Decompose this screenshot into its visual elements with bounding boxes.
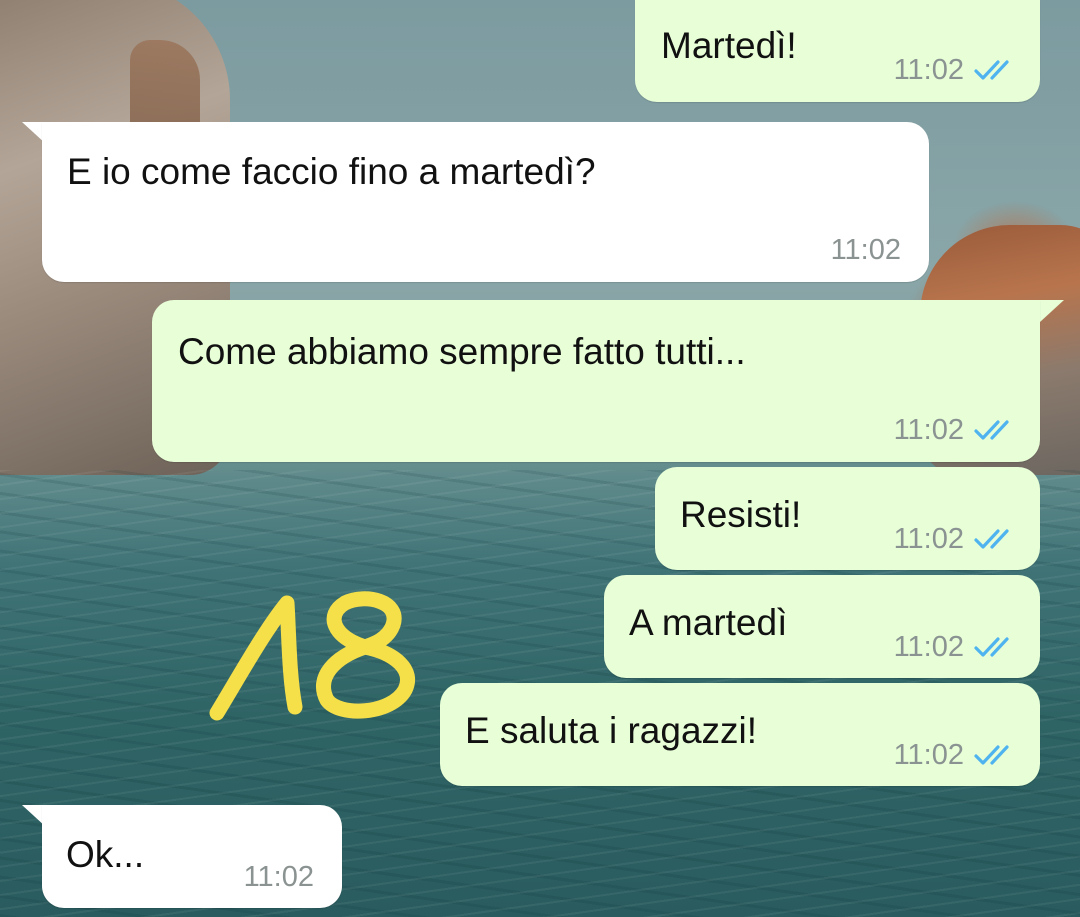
- message-bubble-outgoing[interactable]: E saluta i ragazzi! 11:02: [440, 683, 1040, 786]
- message-meta: 11:02: [831, 228, 901, 272]
- double-check-icon: [974, 743, 1018, 767]
- message-time: 11:02: [830, 234, 901, 266]
- message-meta: 11:02: [894, 517, 1018, 561]
- chat-screen: Martedì! 11:02 E io come faccio fino a m…: [0, 0, 1080, 917]
- double-check-icon: [974, 635, 1018, 659]
- double-check-icon: [974, 527, 1018, 551]
- message-bubble-outgoing[interactable]: Martedì! 11:02: [635, 0, 1040, 102]
- message-time: 11:02: [893, 739, 964, 771]
- message-bubble-incoming[interactable]: E io come faccio fino a martedì? 11:02: [42, 122, 929, 282]
- handwritten-number-overlay: 18: [205, 585, 425, 730]
- message-meta: 11:02: [894, 733, 1018, 777]
- message-meta: 11:02: [894, 408, 1018, 452]
- message-text: Martedì!: [661, 25, 797, 66]
- message-time: 11:02: [243, 861, 314, 893]
- message-time: 11:02: [893, 631, 964, 663]
- message-text: Come abbiamo sempre fatto tutti...: [178, 331, 746, 372]
- message-text: E io come faccio fino a martedì?: [67, 151, 596, 192]
- message-bubble-outgoing[interactable]: A martedì 11:02: [604, 575, 1040, 678]
- double-check-icon: [974, 58, 1018, 82]
- message-time: 11:02: [893, 54, 964, 86]
- message-meta: 11:02: [894, 48, 1018, 92]
- message-bubble-outgoing[interactable]: Come abbiamo sempre fatto tutti... 11:02: [152, 300, 1040, 462]
- message-meta: 11:02: [244, 855, 314, 899]
- message-text: Resisti!: [680, 494, 802, 535]
- overlay-number-text: 18: [205, 585, 207, 586]
- message-time: 11:02: [893, 414, 964, 446]
- message-bubble-incoming[interactable]: Ok... 11:02: [42, 805, 342, 908]
- message-text: Ok...: [66, 834, 145, 875]
- double-check-icon: [974, 418, 1018, 442]
- message-text: E saluta i ragazzi!: [465, 710, 758, 751]
- message-meta: 11:02: [894, 625, 1018, 669]
- message-text: A martedì: [629, 602, 788, 643]
- message-time: 11:02: [893, 523, 964, 555]
- message-bubble-outgoing[interactable]: Resisti! 11:02: [655, 467, 1040, 570]
